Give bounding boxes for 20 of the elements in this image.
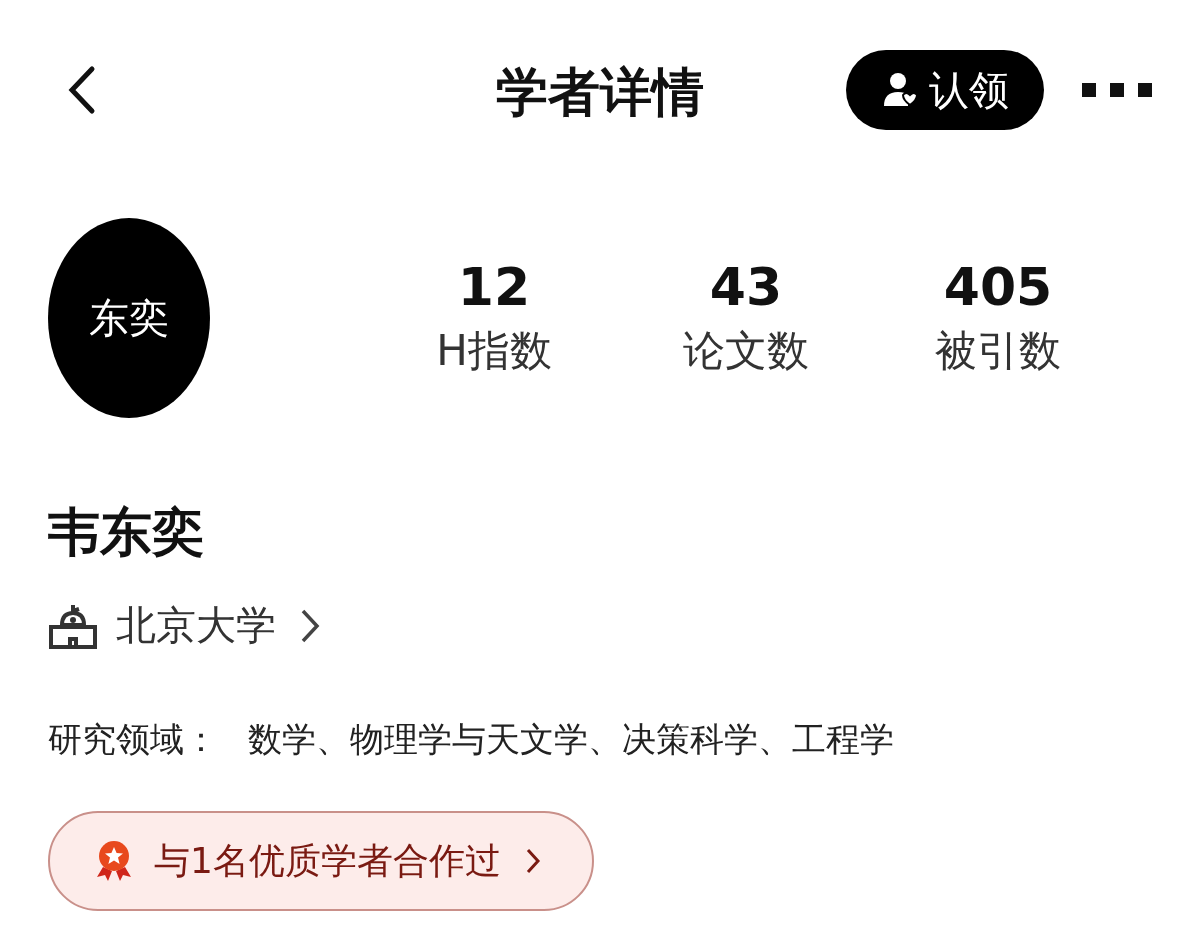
stat-label: 被引数 bbox=[935, 325, 1061, 377]
collaboration-badge[interactable]: 与1名优质学者合作过 bbox=[48, 811, 594, 911]
scholar-name: 韦东奕 bbox=[48, 501, 205, 564]
stat-value: 43 bbox=[709, 257, 783, 317]
medal-icon bbox=[94, 839, 134, 883]
stat-value: 405 bbox=[943, 257, 1053, 317]
school-icon bbox=[48, 602, 98, 649]
stat-label: H指数 bbox=[436, 325, 552, 377]
research-fields: 数学、物理学与天文学、决策科学、工程学 bbox=[248, 717, 894, 763]
stat-value: 12 bbox=[457, 257, 531, 317]
chevron-icon bbox=[524, 847, 541, 875]
claim-button[interactable]: 认领 bbox=[846, 50, 1044, 130]
stat-label: 论文数 bbox=[683, 325, 809, 377]
page-title: 学者详情 bbox=[496, 61, 704, 124]
back-icon[interactable] bbox=[66, 65, 96, 115]
research-label: 研究领域： bbox=[48, 718, 218, 761]
avatar: 东奕 bbox=[48, 218, 210, 418]
institution-link[interactable]: 北京大学 bbox=[116, 598, 276, 653]
chevron-icon[interactable] bbox=[300, 607, 320, 644]
more-icon[interactable] bbox=[1082, 80, 1152, 100]
